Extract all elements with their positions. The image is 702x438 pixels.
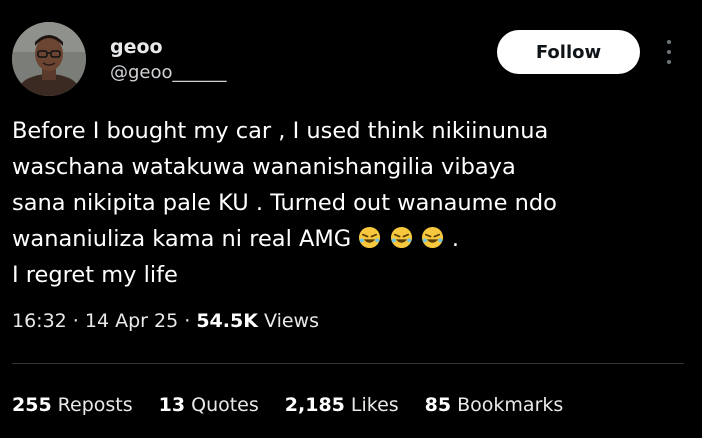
rolling-on-floor-laughing-emoji — [390, 226, 421, 252]
tweet-text: Before I bought my car , I used think ni… — [12, 113, 692, 293]
tweet-line: Before I bought my car , I used think ni… — [12, 118, 549, 144]
divider — [12, 363, 684, 364]
avatar-photo — [12, 22, 86, 96]
views-count: 54.5K — [196, 310, 258, 332]
tweet-line: I regret my life — [12, 262, 178, 288]
stat-likes[interactable]: 2,185 Likes — [285, 394, 399, 416]
display-name[interactable]: geoo — [110, 36, 163, 58]
views-label: Views — [263, 310, 319, 332]
tweet-date[interactable]: 14 Apr 25 — [85, 310, 178, 332]
tweet-meta: 16:32 · 14 Apr 25 · 54.5K Views — [12, 310, 319, 332]
stat-reposts[interactable]: 255 Reposts — [12, 394, 133, 416]
tweet-line-with-emoji: wananiuliza kama ni real AMG . — [12, 221, 692, 257]
tweet-line-suffix: . — [451, 226, 460, 252]
rolling-on-floor-laughing-emoji — [421, 226, 452, 252]
rolling-on-floor-laughing-emoji — [358, 226, 389, 252]
more-vertical-icon[interactable] — [662, 38, 676, 66]
stat-quotes[interactable]: 13 Quotes — [159, 394, 259, 416]
avatar[interactable] — [12, 22, 86, 96]
tweet-time[interactable]: 16:32 — [12, 310, 67, 332]
meta-separator: · — [66, 310, 85, 332]
user-handle[interactable]: @geoo______ — [110, 62, 227, 83]
meta-separator: · — [178, 310, 197, 332]
follow-button[interactable]: Follow — [497, 30, 640, 74]
stat-bookmarks[interactable]: 85 Bookmarks — [425, 394, 564, 416]
tweet-line: sana nikipita pale KU . Turned out wanau… — [12, 190, 557, 216]
tweet-line: waschana watakuwa wananishangilia vibaya — [12, 154, 516, 180]
engagement-stats: 255 Reposts 13 Quotes 2,185 Likes 85 Bookmar… — [12, 394, 563, 416]
tweet-line: wananiuliza kama ni real AMG — [12, 226, 352, 252]
